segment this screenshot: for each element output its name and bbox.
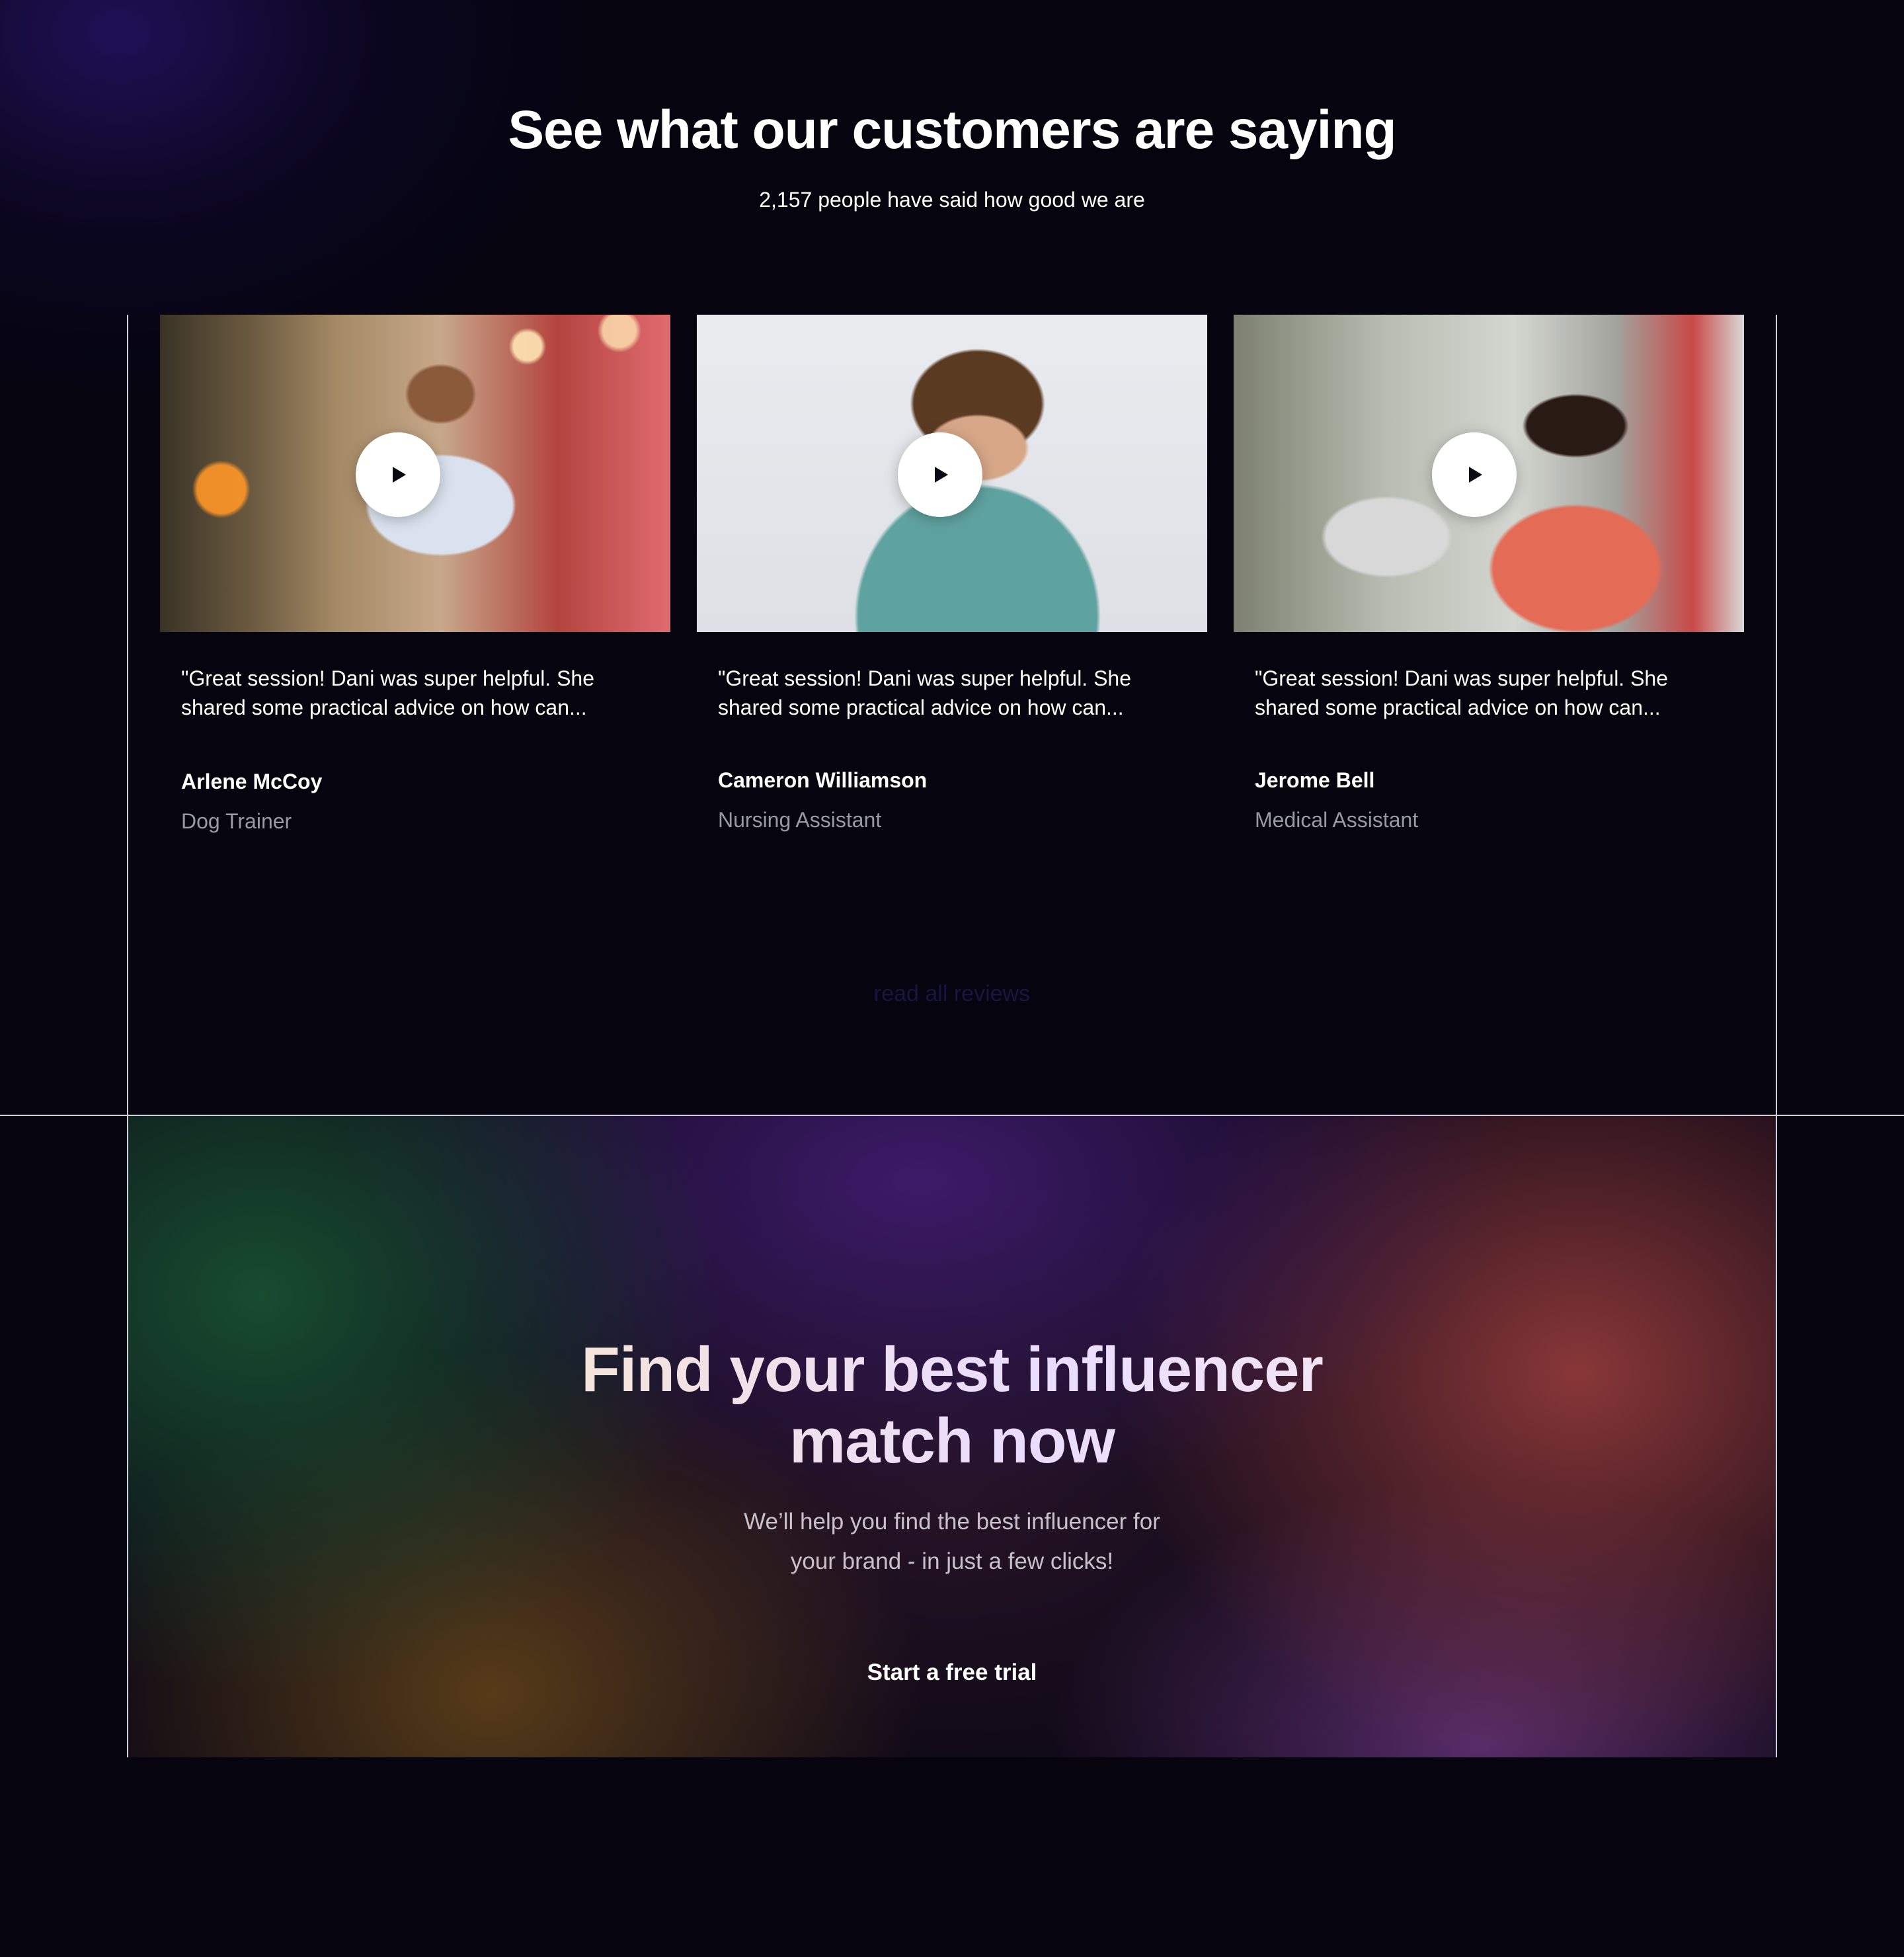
cta-title-line-1: Find your best influencer [581, 1334, 1323, 1405]
testimonial-name: Arlene McCoy [181, 770, 323, 793]
testimonial-role: Nursing Assistant [718, 808, 882, 832]
testimonial-video-thumbnail[interactable] [697, 315, 1207, 632]
testimonials-subtitle: 2,157 people have said how good we are [759, 188, 1145, 212]
play-button[interactable] [356, 432, 440, 517]
play-button[interactable] [1432, 432, 1517, 517]
testimonial-card: "Great session! Dani was super helpful. … [1234, 315, 1744, 832]
play-button[interactable] [898, 432, 982, 517]
testimonials-title: See what our customers are saying [508, 100, 1396, 160]
testimonial-card: "Great session! Dani was super helpful. … [160, 315, 670, 833]
play-icon [1469, 467, 1482, 483]
play-icon [935, 467, 948, 483]
testimonial-quote: "Great session! Dani was super helpful. … [1255, 666, 1669, 719]
play-icon [393, 467, 406, 483]
start-free-trial-button[interactable]: Start a free trial [754, 1653, 1150, 1693]
testimonial-quote: "Great session! Dani was super helpful. … [181, 666, 595, 719]
cta-title: Find your best influencer match now [128, 1334, 1776, 1477]
testimonial-video-thumbnail[interactable] [160, 315, 670, 632]
cta-subtitle-line-1: We’ll help you find the best influencer … [744, 1509, 1160, 1535]
cta-subtitle-line-2: your brand - in just a few clicks! [790, 1548, 1114, 1574]
testimonial-video-thumbnail[interactable] [1234, 315, 1744, 632]
testimonial-name: Cameron Williamson [718, 768, 928, 792]
testimonial-name: Jerome Bell [1255, 768, 1375, 792]
cta-subtitle: We’ll help you find the best influencer … [128, 1502, 1776, 1581]
read-all-reviews-link[interactable]: read all reviews [0, 981, 1904, 1007]
cta-section: Find your best influencer match now We’l… [128, 1116, 1776, 1757]
page: See what our customers are saying 2,157 … [0, 0, 1904, 1957]
testimonial-card: "Great session! Dani was super helpful. … [697, 315, 1207, 832]
testimonial-role: Dog Trainer [181, 809, 292, 833]
right-divider-line [1776, 315, 1777, 1757]
testimonial-role: Medical Assistant [1255, 808, 1419, 832]
cta-title-line-2: match now [789, 1406, 1115, 1476]
testimonial-quote: "Great session! Dani was super helpful. … [718, 666, 1132, 719]
